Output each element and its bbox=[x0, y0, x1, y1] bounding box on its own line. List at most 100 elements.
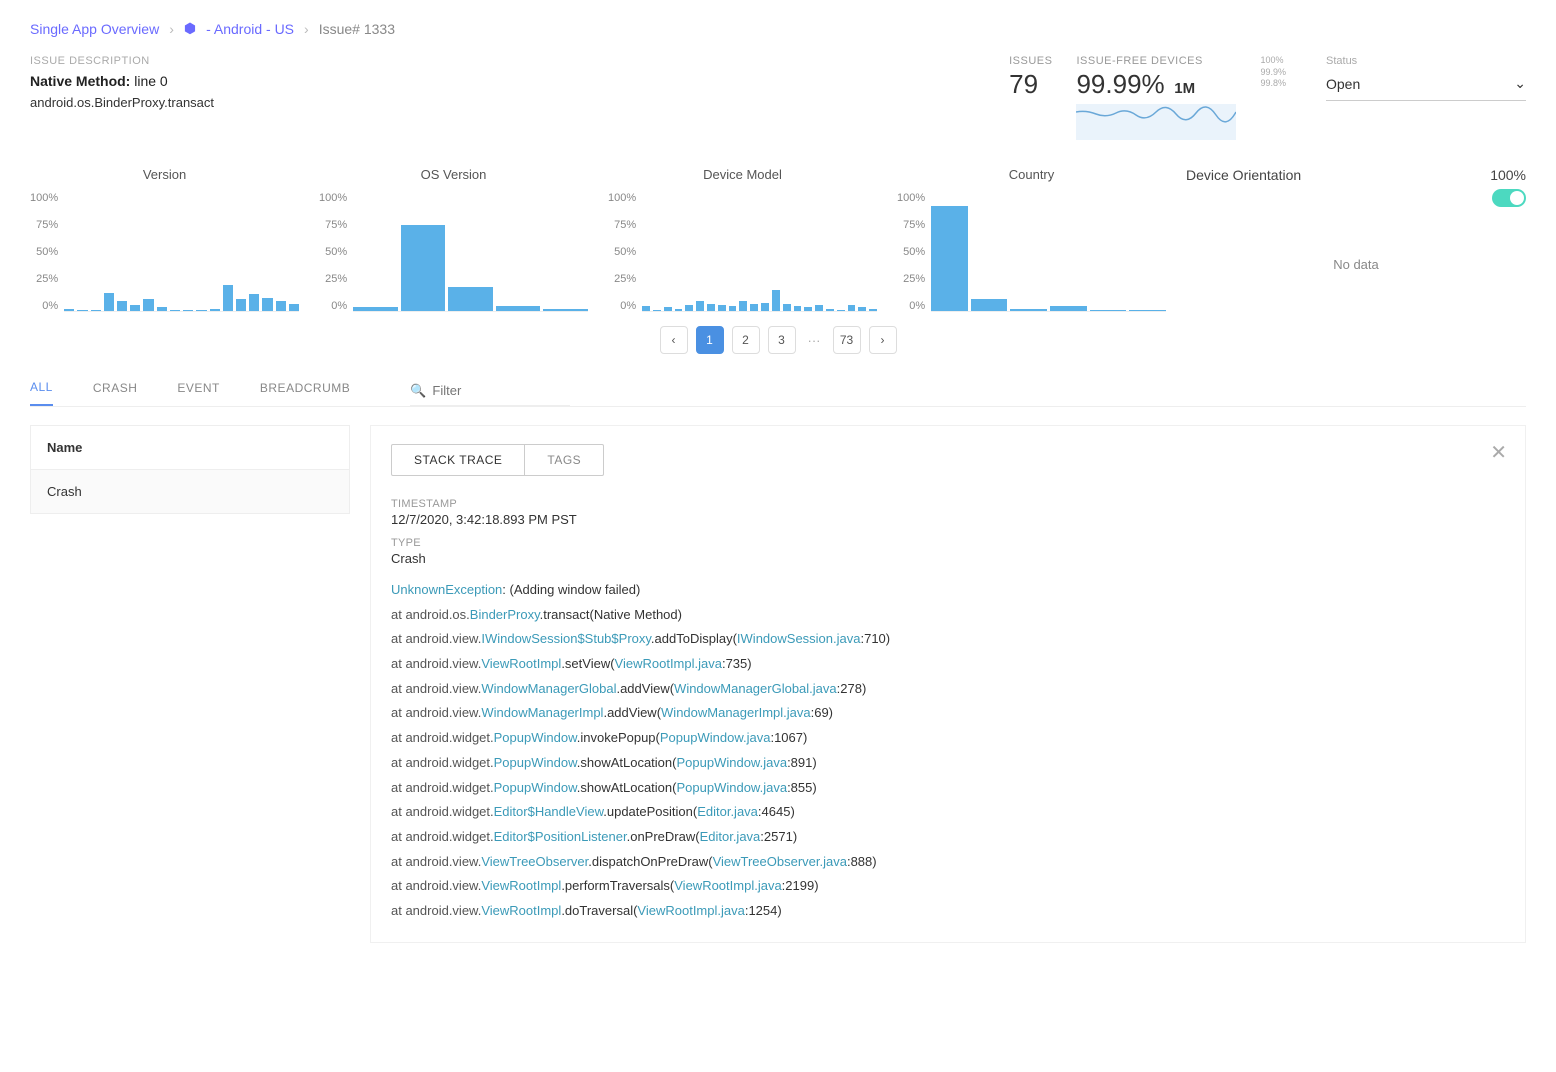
bar[interactable] bbox=[104, 293, 114, 311]
bar[interactable] bbox=[77, 310, 87, 311]
breadcrumb-root[interactable]: Single App Overview bbox=[30, 21, 159, 37]
close-button[interactable]: ✕ bbox=[1490, 440, 1507, 465]
bar[interactable] bbox=[543, 309, 588, 311]
bar[interactable] bbox=[353, 307, 398, 311]
tab-event[interactable]: EVENT bbox=[177, 381, 220, 405]
stack-file[interactable]: Editor.java bbox=[697, 804, 758, 819]
bar[interactable] bbox=[739, 301, 747, 311]
page-last-button[interactable]: 73 bbox=[833, 326, 861, 354]
bar[interactable] bbox=[1050, 306, 1087, 311]
bar[interactable] bbox=[130, 305, 140, 311]
page-2-button[interactable]: 2 bbox=[732, 326, 760, 354]
tab-tags[interactable]: TAGS bbox=[524, 445, 603, 475]
tab-all[interactable]: ALL bbox=[30, 380, 53, 406]
stack-file[interactable]: WindowManagerImpl.java bbox=[661, 705, 811, 720]
bar[interactable] bbox=[675, 309, 683, 311]
bar[interactable] bbox=[196, 310, 206, 311]
bar[interactable] bbox=[653, 310, 661, 311]
bar[interactable] bbox=[869, 309, 877, 311]
bar[interactable] bbox=[276, 301, 286, 311]
bar[interactable] bbox=[804, 307, 812, 311]
bar[interactable] bbox=[794, 306, 802, 311]
stack-file[interactable]: ViewRootImpl.java bbox=[674, 878, 781, 893]
tab-crash[interactable]: CRASH bbox=[93, 381, 138, 405]
exception-class[interactable]: UnknownException bbox=[391, 582, 502, 597]
bar[interactable] bbox=[729, 306, 737, 311]
bar[interactable] bbox=[170, 310, 180, 311]
bar[interactable] bbox=[664, 307, 672, 311]
stack-file[interactable]: Editor.java bbox=[700, 829, 761, 844]
bar[interactable] bbox=[772, 290, 780, 311]
breadcrumb-app[interactable]: - Android - US bbox=[206, 21, 294, 37]
stack-file[interactable]: ViewRootImpl.java bbox=[615, 656, 722, 671]
bar[interactable] bbox=[183, 310, 193, 311]
stack-file[interactable]: PopupWindow.java bbox=[676, 780, 787, 795]
crash-row[interactable]: Crash bbox=[30, 470, 350, 514]
stack-class[interactable]: PopupWindow bbox=[494, 755, 577, 770]
stack-file[interactable]: ViewRootImpl.java bbox=[637, 903, 744, 918]
stack-class[interactable]: BinderProxy bbox=[470, 607, 540, 622]
tab-breadcrumb[interactable]: BREADCRUMB bbox=[260, 381, 350, 405]
bar[interactable] bbox=[971, 299, 1008, 311]
bar[interactable] bbox=[848, 305, 856, 311]
stack-class[interactable]: Editor$HandleView bbox=[494, 804, 604, 819]
bar[interactable] bbox=[117, 301, 127, 311]
page-3-button[interactable]: 3 bbox=[768, 326, 796, 354]
stack-class[interactable]: PopupWindow bbox=[494, 730, 577, 745]
bar[interactable] bbox=[448, 287, 493, 311]
bar[interactable] bbox=[783, 304, 791, 311]
bar[interactable] bbox=[143, 299, 153, 311]
stack-file[interactable]: PopupWindow.java bbox=[660, 730, 771, 745]
timestamp-value: 12/7/2020, 3:42:18.893 PM PST bbox=[391, 512, 1505, 527]
stack-class[interactable]: PopupWindow bbox=[494, 780, 577, 795]
stack-file[interactable]: PopupWindow.java bbox=[676, 755, 787, 770]
bar[interactable] bbox=[750, 304, 758, 311]
bar[interactable] bbox=[858, 307, 866, 311]
stack-class[interactable]: IWindowSession$Stub$Proxy bbox=[481, 631, 651, 646]
bar[interactable] bbox=[685, 305, 693, 311]
bar[interactable] bbox=[1129, 310, 1166, 311]
bar[interactable] bbox=[1090, 310, 1127, 311]
bar[interactable] bbox=[837, 310, 845, 311]
stack-class[interactable]: WindowManagerImpl bbox=[481, 705, 603, 720]
bar[interactable] bbox=[718, 305, 726, 311]
bar[interactable] bbox=[642, 306, 650, 311]
bar[interactable] bbox=[401, 225, 446, 311]
stack-class[interactable]: ViewRootImpl bbox=[481, 878, 561, 893]
breadcrumb: Single App Overview › ⬢ - Android - US ›… bbox=[30, 20, 1526, 37]
bar[interactable] bbox=[931, 206, 968, 311]
bar[interactable] bbox=[262, 298, 272, 311]
bar[interactable] bbox=[64, 309, 74, 311]
bar[interactable] bbox=[696, 301, 704, 311]
bar[interactable] bbox=[761, 303, 769, 311]
page-1-button[interactable]: 1 bbox=[696, 326, 724, 354]
bar[interactable] bbox=[210, 309, 220, 311]
bar[interactable] bbox=[249, 294, 259, 311]
stack-file[interactable]: IWindowSession.java bbox=[737, 631, 861, 646]
orientation-toggle[interactable] bbox=[1492, 189, 1526, 207]
stack-class[interactable]: WindowManagerGlobal bbox=[481, 681, 616, 696]
filter-field[interactable]: 🔍 bbox=[410, 381, 570, 406]
tab-stack-trace[interactable]: STACK TRACE bbox=[392, 445, 524, 475]
bar[interactable] bbox=[91, 310, 101, 311]
stack-file[interactable]: ViewTreeObserver.java bbox=[713, 854, 847, 869]
stack-class[interactable]: ViewTreeObserver bbox=[481, 854, 588, 869]
stack-class[interactable]: ViewRootImpl bbox=[481, 656, 561, 671]
stack-class[interactable]: Editor$PositionListener bbox=[494, 829, 627, 844]
bar[interactable] bbox=[236, 299, 246, 311]
bar[interactable] bbox=[223, 285, 233, 311]
page-prev-button[interactable]: ‹ bbox=[660, 326, 688, 354]
bar[interactable] bbox=[815, 305, 823, 311]
bar[interactable] bbox=[496, 306, 541, 311]
bar[interactable] bbox=[289, 304, 299, 311]
bar[interactable] bbox=[707, 304, 715, 311]
page-next-button[interactable]: › bbox=[869, 326, 897, 354]
chart-title: Version bbox=[30, 167, 299, 182]
stack-file[interactable]: WindowManagerGlobal.java bbox=[674, 681, 837, 696]
filter-input[interactable] bbox=[432, 383, 570, 398]
bar[interactable] bbox=[157, 307, 167, 311]
bar[interactable] bbox=[826, 309, 834, 311]
bar[interactable] bbox=[1010, 309, 1047, 311]
status-select[interactable]: Open ⌄ bbox=[1326, 71, 1526, 101]
stack-class[interactable]: ViewRootImpl bbox=[481, 903, 561, 918]
